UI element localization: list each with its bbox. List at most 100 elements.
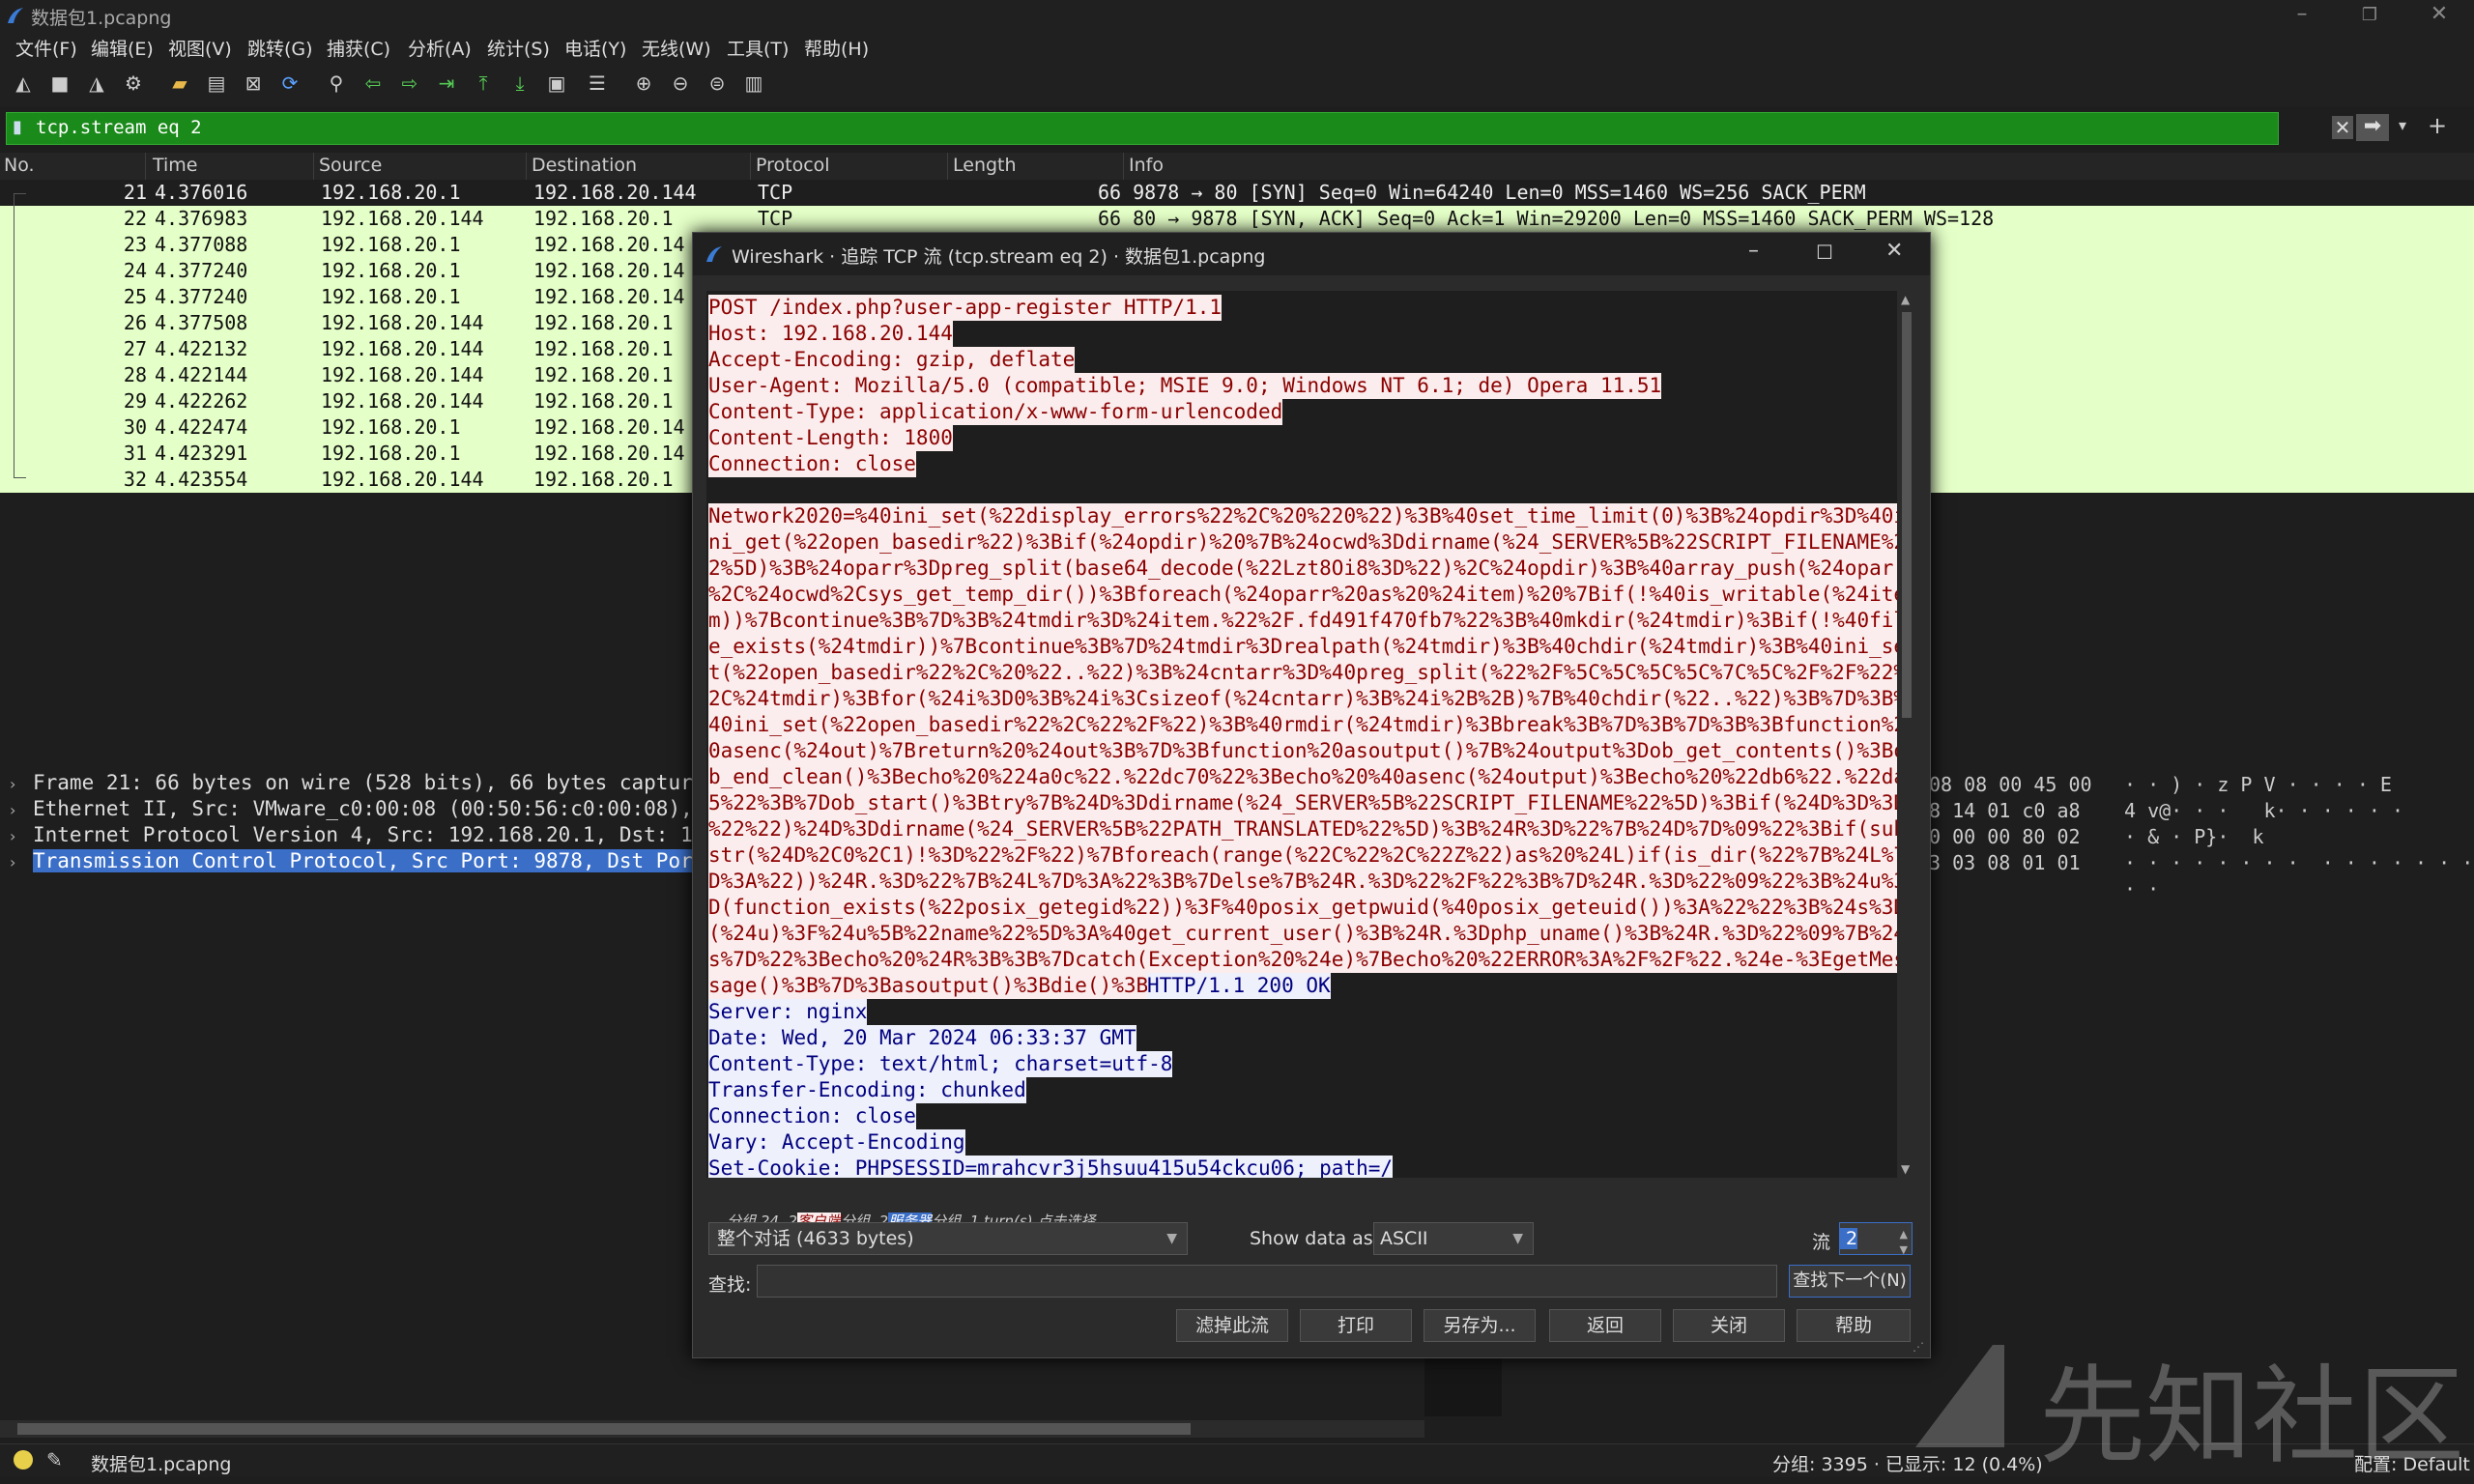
menu-file[interactable]: 文件(F) — [15, 35, 77, 61]
menu-telephony[interactable]: 电话(Y) — [564, 35, 626, 61]
scroll-thumb[interactable] — [1902, 312, 1912, 718]
menu-go[interactable]: 跳转(G) — [247, 35, 313, 61]
display-filter-bar[interactable]: ▮ tcp.stream eq 2 ✕ — [6, 112, 2353, 145]
go-back-icon[interactable]: ⇦ — [361, 71, 385, 95]
col-length[interactable]: Length — [953, 155, 1017, 176]
back-button[interactable]: 返回 — [1549, 1309, 1661, 1342]
autoscroll-icon[interactable]: ▣ — [545, 71, 568, 95]
dialog-minimize-icon[interactable]: – — [1748, 239, 1759, 263]
detail-tcp[interactable]: Transmission Control Protocol, Src Port:… — [33, 849, 705, 872]
menu-edit[interactable]: 编辑(E) — [91, 35, 154, 61]
start-capture-icon[interactable]: ◭ — [12, 71, 35, 95]
packet-time: 4.376016 — [155, 181, 248, 204]
menu-statistics[interactable]: 统计(S) — [487, 35, 550, 61]
stream-number-spinner[interactable]: 2 ▲ ▼ — [1839, 1222, 1913, 1256]
go-last-icon[interactable]: ⤓ — [508, 71, 532, 95]
go-first-icon[interactable]: ⤒ — [472, 71, 495, 95]
find-next-button[interactable]: 查找下一个(N) — [1789, 1265, 1911, 1298]
col-no[interactable]: No. — [4, 155, 35, 176]
packet-destination: 192.168.20.14 — [533, 259, 685, 282]
zoom-out-icon[interactable]: ⊖ — [669, 71, 692, 95]
stop-capture-icon[interactable]: ■ — [48, 71, 72, 95]
expand-arrow-icon[interactable]: › — [10, 775, 15, 793]
stream-content[interactable]: POST /index.php?user-app-register HTTP/1… — [706, 291, 1897, 1178]
clear-filter-icon[interactable]: ✕ — [2332, 116, 2353, 139]
status-file: 数据包1.pcapng — [91, 1454, 232, 1475]
add-filter-button-icon[interactable]: + — [2428, 112, 2447, 139]
dialog-title-bar: Wireshark · 追踪 TCP 流 (tcp.stream eq 2) ·… — [693, 233, 1930, 275]
close-button[interactable]: 关闭 — [1673, 1309, 1785, 1342]
print-button[interactable]: 打印 — [1300, 1309, 1412, 1342]
detail-ipv4[interactable]: Internet Protocol Version 4, Src: 192.16… — [33, 823, 705, 846]
server-data-line: Vary: Accept-Encoding — [708, 1129, 965, 1156]
menu-capture[interactable]: 捕获(C) — [327, 35, 390, 61]
col-source[interactable]: Source — [319, 155, 382, 176]
zoom-in-icon[interactable]: ⊕ — [632, 71, 655, 95]
watermark-text: 先知社区 — [2039, 1355, 2464, 1478]
maximize-icon[interactable]: ❐ — [2350, 5, 2389, 25]
reload-file-icon[interactable]: ⟳ — [278, 71, 302, 95]
menu-tools[interactable]: 工具(T) — [727, 35, 789, 61]
packet-destination: 192.168.20.1 — [533, 337, 674, 360]
col-protocol[interactable]: Protocol — [756, 155, 830, 176]
find-packet-icon[interactable]: ⚲ — [325, 71, 348, 95]
dialog-maximize-icon[interactable]: ☐ — [1816, 241, 1833, 264]
restart-capture-icon[interactable]: ◮ — [85, 71, 108, 95]
client-data-line: t(%22open_basedir%22%2C%20%22..%22)%3B%2… — [708, 660, 1897, 686]
apply-filter-icon[interactable]: ➡ — [2356, 114, 2389, 141]
packet-destination: 192.168.20.14 — [533, 442, 685, 465]
open-file-icon[interactable]: ▰ — [168, 71, 191, 95]
minimize-icon[interactable]: – — [2283, 2, 2321, 26]
packet-row[interactable]: 21 4.376016 192.168.20.1 192.168.20.144 TCP 6… — [0, 180, 2474, 206]
packet-source: 192.168.20.144 — [321, 337, 484, 360]
expert-info-icon[interactable] — [14, 1450, 33, 1470]
menu-analyze[interactable]: 分析(A) — [408, 35, 472, 61]
resize-columns-icon[interactable]: ▥ — [742, 71, 765, 95]
scroll-up-icon[interactable]: ▲ — [1901, 293, 1910, 306]
expand-arrow-icon[interactable]: › — [10, 827, 15, 845]
col-destination[interactable]: Destination — [532, 155, 637, 176]
client-data-line: Content-Type: application/x-www-form-url… — [708, 399, 1283, 425]
close-icon[interactable]: ✕ — [2420, 2, 2459, 26]
packet-source: 192.168.20.144 — [321, 207, 484, 230]
details-hscroll[interactable] — [0, 1420, 1424, 1438]
menu-wireless[interactable]: 无线(W) — [642, 35, 711, 61]
expand-arrow-icon[interactable]: › — [10, 801, 15, 819]
packet-info: 66 80 → 9878 [SYN, ACK] Seq=0 Ack=1 Win=… — [1098, 207, 1995, 230]
find-input[interactable] — [757, 1265, 1777, 1298]
packet-bytes-pane: 08 08 00 45 00 · · ) · z P V · · · · E 8… — [1904, 769, 2474, 924]
go-to-packet-icon[interactable]: ⇥ — [435, 71, 458, 95]
display-filter-input[interactable]: tcp.stream eq 2 — [36, 117, 202, 138]
packet-row[interactable]: 22 4.376983 192.168.20.144 192.168.20.1 TCP 6… — [0, 206, 2474, 232]
filter-history-icon[interactable]: ▾ — [2399, 116, 2406, 134]
col-divider — [526, 153, 527, 180]
col-time[interactable]: Time — [153, 155, 198, 176]
scroll-thumb[interactable] — [17, 1423, 1191, 1435]
hex-ascii: 4 v@· · · k· · · · · · — [2124, 799, 2403, 822]
menu-view[interactable]: 视图(V) — [168, 35, 232, 61]
col-info[interactable]: Info — [1129, 155, 1164, 176]
normal-size-icon[interactable]: ⊜ — [705, 71, 729, 95]
detail-frame[interactable]: Frame 21: 66 bytes on wire (528 bits), 6… — [33, 771, 705, 794]
close-file-icon[interactable]: ⊠ — [242, 71, 265, 95]
client-data-line: D(function_exists(%22posix_getegid%22))%… — [708, 895, 1897, 921]
menu-help[interactable]: 帮助(H) — [804, 35, 869, 61]
stream-number-value[interactable]: 2 — [1840, 1228, 1858, 1249]
detail-ethernet[interactable]: Ethernet II, Src: VMware_c0:00:08 (00:50… — [33, 797, 693, 820]
bookmark-icon[interactable]: ▮ — [13, 117, 22, 137]
save-file-icon[interactable]: ▤ — [205, 71, 228, 95]
conversation-select[interactable]: 整个对话 (4633 bytes) ▼ — [708, 1222, 1188, 1255]
dialog-close-icon[interactable]: ✕ — [1885, 239, 1903, 263]
save-as-button[interactable]: 另存为... — [1424, 1309, 1536, 1342]
scroll-down-icon[interactable]: ▼ — [1901, 1162, 1910, 1176]
colorize-icon[interactable]: ☰ — [586, 71, 609, 95]
expand-arrow-icon[interactable]: › — [10, 853, 15, 871]
filter-out-stream-button[interactable]: 滤掉此流 — [1176, 1309, 1288, 1342]
stream-vscroll[interactable]: ▲ ▼ — [1899, 293, 1914, 1180]
comment-icon[interactable]: ✎ — [46, 1448, 63, 1471]
capture-options-icon[interactable]: ⚙ — [122, 71, 145, 95]
help-button[interactable]: 帮助 — [1797, 1309, 1911, 1342]
spin-down-icon[interactable]: ▼ — [1900, 1235, 1908, 1266]
go-forward-icon[interactable]: ⇨ — [398, 71, 421, 95]
show-data-select[interactable]: ASCII ▼ — [1373, 1222, 1534, 1255]
